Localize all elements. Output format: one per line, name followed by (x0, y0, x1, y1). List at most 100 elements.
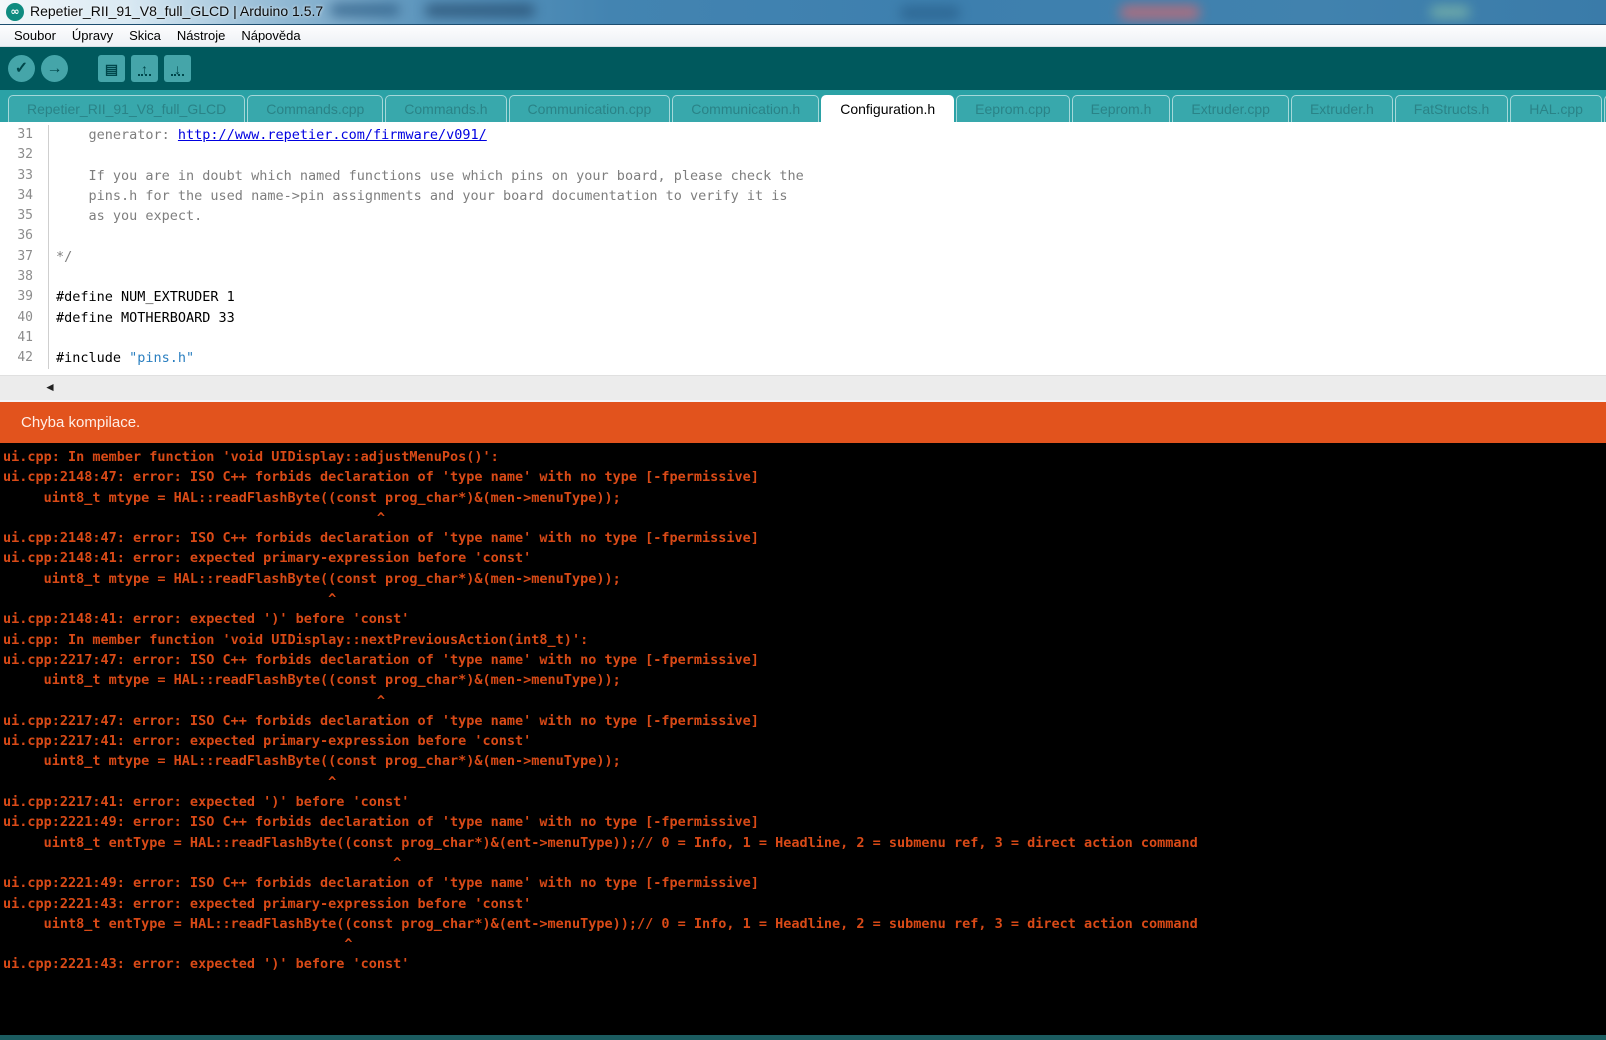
code-token: as you expect. (56, 208, 202, 224)
console-error-line: uint8_t mtype = HAL::readFlashByte((cons… (3, 488, 1606, 508)
tab-commands-h[interactable]: Commands.h (385, 95, 506, 122)
code-token: pins.h for the used name->pin assignment… (56, 188, 788, 204)
save-button[interactable]: ↓ (164, 55, 191, 82)
tab-eeprom-cpp[interactable]: Eeprom.cpp (956, 95, 1069, 122)
console-error-line: uint8_t mtype = HAL::readFlashByte((cons… (3, 670, 1606, 690)
code-text[interactable]: #define NUM_EXTRUDER 1 (49, 287, 235, 307)
console-error-line: ui.cpp:2148:47: error: ISO C++ forbids d… (3, 467, 1606, 487)
tray-line (171, 74, 184, 76)
menu-item-napoveda[interactable]: Nápověda (233, 26, 308, 45)
status-bar-edge (0, 1035, 1606, 1040)
console-error-line: ^ (3, 772, 1606, 792)
code-text[interactable]: pins.h for the used name->pin assignment… (49, 186, 788, 206)
console-error-line: ui.cpp:2217:47: error: ISO C++ forbids d… (3, 711, 1606, 731)
tray-line (138, 74, 151, 76)
tab-communication-h[interactable]: Communication.h (672, 95, 819, 122)
editor-line: 41 (0, 328, 1606, 348)
compile-error-message: Chyba kompilace. (21, 414, 140, 431)
title-bar[interactable]: ∞ Repetier_RII_91_V8_full_GLCD | Arduino… (0, 0, 1606, 25)
editor-line: 37 */ (0, 247, 1606, 267)
code-token: If you are in doubt which named function… (56, 168, 804, 184)
console-error-line: ^ (3, 691, 1606, 711)
tab-communication-cpp[interactable]: Communication.cpp (509, 95, 671, 122)
tab-configuration-h[interactable]: Configuration.h (821, 95, 954, 122)
editor-line: 42 #include "pins.h" (0, 348, 1606, 368)
console-error-line: ^ (3, 508, 1606, 528)
console-error-line: ui.cpp:2217:41: error: expected ')' befo… (3, 792, 1606, 812)
titlebar-blur-decoration (425, 4, 535, 17)
line-number: 34 (0, 186, 33, 206)
scroll-left-arrow[interactable]: ◄ (44, 380, 56, 394)
titlebar-blur-decoration (1120, 5, 1200, 20)
menu-item-skica[interactable]: Skica (121, 26, 169, 45)
open-button[interactable]: ↑ (131, 55, 158, 82)
menu-item-nastroje[interactable]: Nástroje (169, 26, 233, 45)
line-number: 42 (0, 348, 33, 368)
line-number: 32 (0, 145, 33, 165)
code-text[interactable] (49, 226, 56, 246)
gutter-separator (41, 226, 49, 246)
menu-item-soubor[interactable]: Soubor (6, 26, 64, 45)
gutter-separator (41, 145, 49, 165)
tab-repetier-rii-91-v8-full-glcd[interactable]: Repetier_RII_91_V8_full_GLCD (8, 95, 245, 122)
editor-line: 31 generator: http://www.repetier.com/fi… (0, 125, 1606, 145)
code-token: "pins.h" (129, 350, 194, 366)
new-button[interactable]: ▤ (98, 55, 125, 82)
gutter-separator (41, 348, 49, 368)
gutter-separator (41, 166, 49, 186)
new-icon: ▤ (105, 62, 118, 76)
code-text[interactable]: #define MOTHERBOARD 33 (49, 308, 235, 328)
code-text[interactable] (49, 328, 56, 348)
console-error-line: ui.cpp:2148:47: error: ISO C++ forbids d… (3, 528, 1606, 548)
line-number: 37 (0, 247, 33, 267)
error-console[interactable]: ui.cpp: In member function 'void UIDispl… (0, 443, 1606, 1035)
line-number: 36 (0, 226, 33, 246)
code-text[interactable]: If you are in doubt which named function… (49, 166, 804, 186)
gutter-separator (41, 247, 49, 267)
console-error-line: ^ (3, 934, 1606, 954)
firmware-url-link[interactable]: http://www.repetier.com/firmware/v091/ (178, 127, 487, 143)
tab-hal-cpp[interactable]: HAL.cpp (1510, 95, 1602, 122)
console-error-line: ui.cpp:2221:43: error: expected primary-… (3, 894, 1606, 914)
console-error-line: ui.cpp:2217:41: error: expected primary-… (3, 731, 1606, 751)
code-token: generator: (89, 127, 178, 143)
verify-icon: ✓ (15, 61, 28, 77)
tab-commands-cpp[interactable]: Commands.cpp (247, 95, 383, 122)
editor-line: 36 (0, 226, 1606, 246)
console-error-line: ui.cpp:2221:49: error: ISO C++ forbids d… (3, 812, 1606, 832)
editor-line: 35 as you expect. (0, 206, 1606, 226)
menu-item-upravy[interactable]: Úpravy (64, 26, 121, 45)
line-number: 40 (0, 308, 33, 328)
gutter-separator (41, 308, 49, 328)
console-error-line: uint8_t entType = HAL::readFlashByte((co… (3, 833, 1606, 853)
code-text[interactable] (49, 145, 56, 165)
code-editor[interactable]: 31 generator: http://www.repetier.com/fi… (0, 122, 1606, 375)
tab-strip: Repetier_RII_91_V8_full_GLCDCommands.cpp… (0, 90, 1606, 122)
tab-extruder-h[interactable]: Extruder.h (1291, 95, 1393, 122)
menu-bar: SouborÚpravySkicaNástrojeNápověda (0, 25, 1606, 47)
console-error-line: ui.cpp:2217:47: error: ISO C++ forbids d… (3, 650, 1606, 670)
code-text[interactable]: generator: http://www.repetier.com/firmw… (49, 125, 487, 145)
console-error-line: ui.cpp:2221:49: error: ISO C++ forbids d… (3, 873, 1606, 893)
compile-error-banner: Chyba kompilace. (0, 400, 1606, 443)
titlebar-blur-decoration (900, 6, 960, 20)
line-number: 38 (0, 267, 33, 287)
code-text[interactable]: as you expect. (49, 206, 202, 226)
tab-eeprom-h[interactable]: Eeprom.h (1072, 95, 1171, 122)
upload-button[interactable]: → (41, 55, 68, 82)
verify-button[interactable]: ✓ (8, 55, 35, 82)
tab-fatstructs-h[interactable]: FatStructs.h (1395, 95, 1508, 122)
gutter-separator (41, 206, 49, 226)
console-error-line: uint8_t mtype = HAL::readFlashByte((cons… (3, 751, 1606, 771)
editor-line: 40 #define MOTHERBOARD 33 (0, 308, 1606, 328)
horizontal-scrollbar[interactable]: ◄ (0, 375, 1606, 400)
code-text[interactable] (49, 267, 56, 287)
editor-line: 33 If you are in doubt which named funct… (0, 166, 1606, 186)
arduino-logo-icon: ∞ (6, 3, 24, 21)
tab-extruder-cpp[interactable]: Extruder.cpp (1172, 95, 1289, 122)
code-text[interactable]: */ (49, 247, 72, 267)
code-token (56, 127, 89, 143)
code-text[interactable]: #include "pins.h" (49, 348, 194, 368)
toolbar: ✓ → ▤ ↑↓ (0, 47, 1606, 90)
gutter-separator (41, 267, 49, 287)
